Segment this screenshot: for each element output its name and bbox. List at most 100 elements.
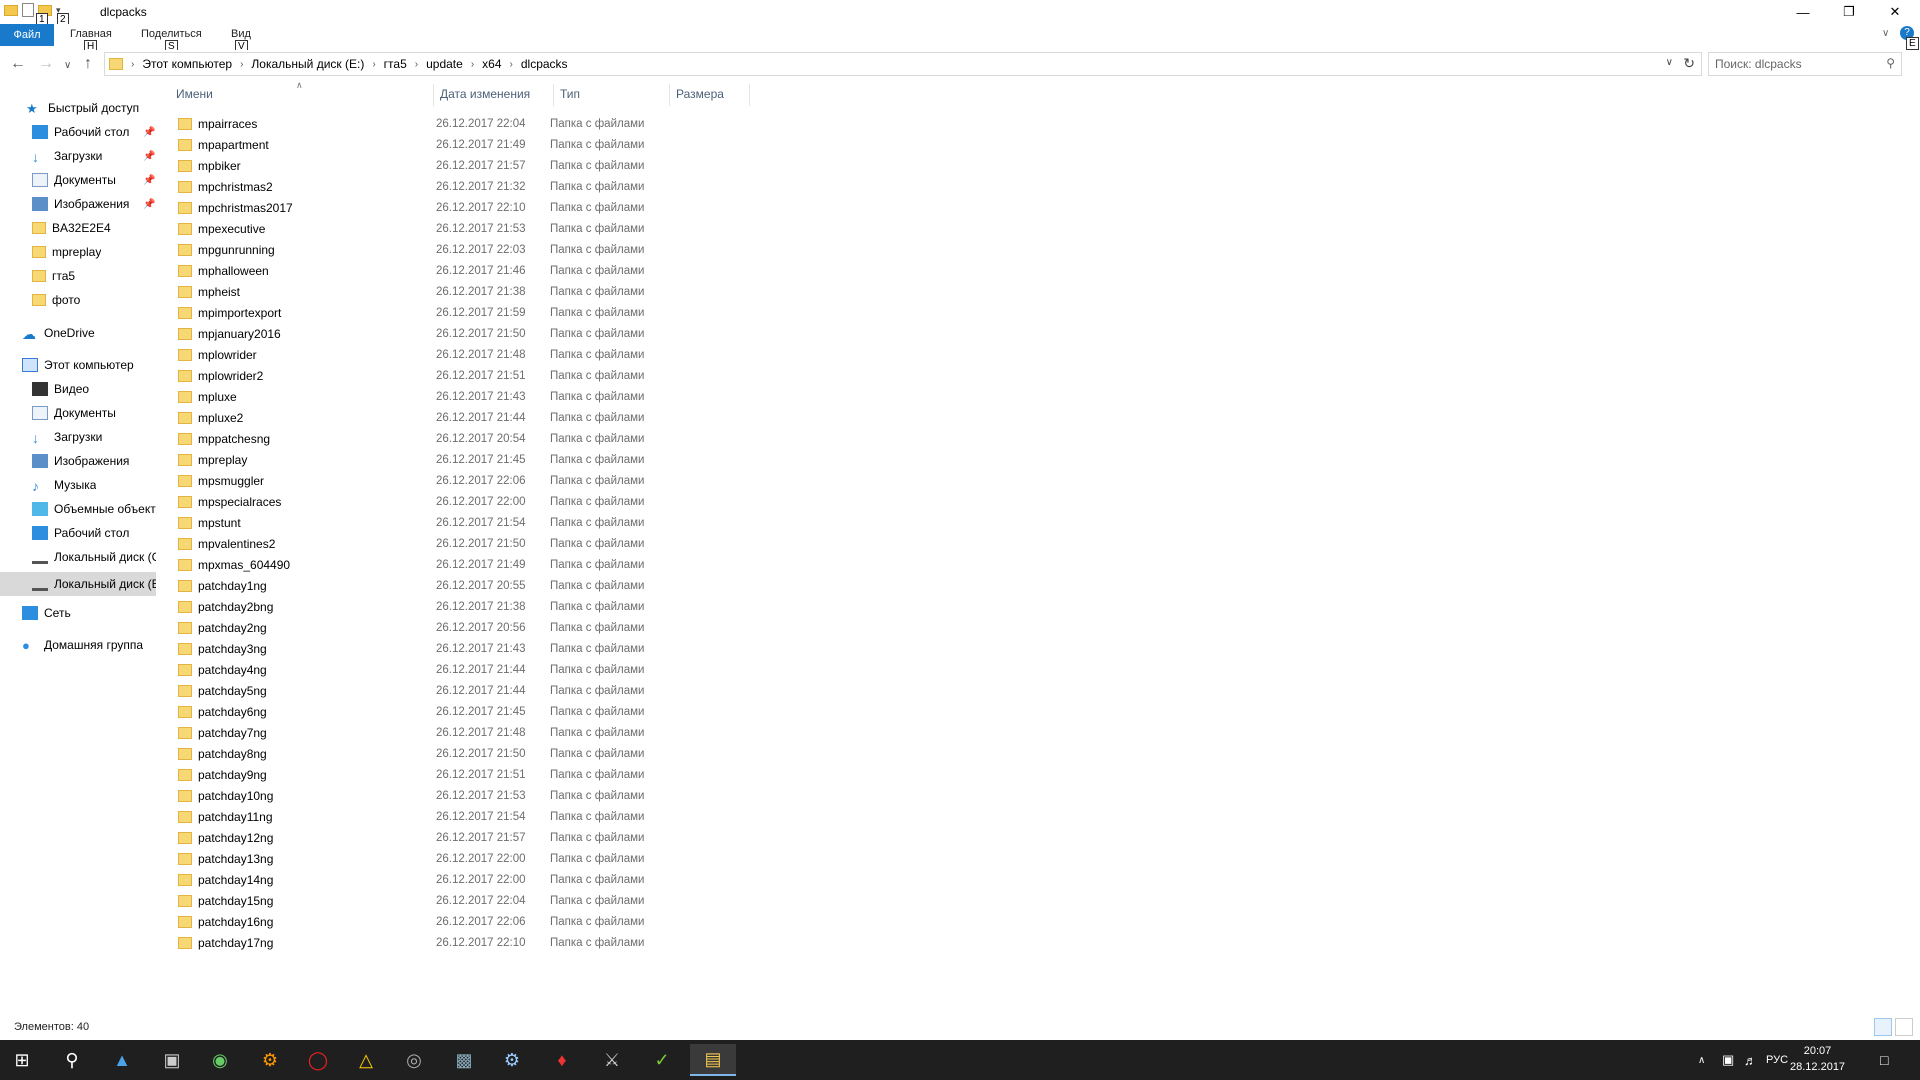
details-view-icon[interactable] — [1874, 1018, 1892, 1036]
address-dropdown-icon[interactable]: ∨ — [1666, 57, 1673, 68]
table-row[interactable]: mpreplay 26.12.2017 21:45 Папка с файлами — [170, 449, 700, 470]
file-name-cell[interactable]: mpstunt — [170, 516, 428, 530]
file-name-cell[interactable]: patchday10ng — [170, 789, 428, 803]
breadcrumb-x64[interactable]: x64 — [482, 57, 501, 71]
up-arrow-icon[interactable]: ↑ — [84, 55, 92, 73]
table-row[interactable]: mpairraces 26.12.2017 22:04 Папка с файлам… — [170, 113, 700, 134]
close-button[interactable]: ✕ — [1872, 0, 1918, 24]
back-arrow-icon[interactable]: ← — [10, 55, 26, 73]
properties-icon[interactable] — [22, 3, 34, 17]
sidebar-item-pictures[interactable]: Изображения — [32, 197, 129, 211]
table-row[interactable]: patchday4ng 26.12.2017 21:44 Папка с файла… — [170, 659, 700, 680]
pin-icon[interactable]: 📌 — [143, 175, 155, 186]
sidebar-quick-access[interactable]: ★ Быстрый доступ — [26, 101, 139, 115]
opera-icon[interactable]: ◯ — [298, 1044, 338, 1076]
file-name-cell[interactable]: patchday8ng — [170, 747, 428, 761]
sidebar-item-downloads[interactable]: ↓ Загрузки — [32, 149, 102, 163]
app-taskbar-icon-3[interactable]: ◉ — [200, 1044, 240, 1076]
table-row[interactable]: mpapartment 26.12.2017 21:49 Папка с файла… — [170, 134, 700, 155]
sidebar-item-photo[interactable]: фото — [32, 293, 80, 307]
start-windows-icon[interactable]: ⊞ — [2, 1044, 42, 1076]
file-name-cell[interactable]: patchday2bng — [170, 600, 428, 614]
large-icons-view-icon[interactable] — [1895, 1018, 1913, 1036]
file-name-cell[interactable]: patchday3ng — [170, 642, 428, 656]
sidebar-item-pc-pictures[interactable]: Изображения — [32, 454, 129, 468]
table-row[interactable]: mpsmuggler 26.12.2017 22:06 Папка с файлам… — [170, 470, 700, 491]
table-row[interactable]: mpimportexport 26.12.2017 21:59 Папка с фа… — [170, 302, 700, 323]
table-row[interactable]: patchday8ng 26.12.2017 21:50 Папка с файла… — [170, 743, 700, 764]
file-name-cell[interactable]: mpjanuary2016 — [170, 327, 428, 341]
column-header-date[interactable]: Дата изменения — [434, 84, 554, 106]
table-row[interactable]: mpgunrunning 26.12.2017 22:03 Папка с файл… — [170, 239, 700, 260]
file-name-cell[interactable]: patchday17ng — [170, 936, 428, 950]
table-row[interactable]: patchday5ng 26.12.2017 21:44 Папка с файла… — [170, 680, 700, 701]
app-taskbar-icon-6[interactable]: △ — [346, 1044, 386, 1076]
file-name-cell[interactable]: mpexecutive — [170, 222, 428, 236]
table-row[interactable]: patchday12ng 26.12.2017 21:57 Папка с файл… — [170, 827, 700, 848]
maximize-button[interactable]: ❐ — [1826, 0, 1872, 24]
volume-icon[interactable]: ♬ — [1744, 1040, 1757, 1080]
file-name-cell[interactable]: mpluxe2 — [170, 411, 428, 425]
file-name-cell[interactable]: mpchristmas2017 — [170, 201, 428, 215]
table-row[interactable]: patchday2ng 26.12.2017 20:56 Папка с файла… — [170, 617, 700, 638]
sidebar-item-documents[interactable]: Документы — [32, 173, 116, 187]
sidebar-item-ba32e2e4[interactable]: BA32E2E4 — [32, 221, 111, 235]
table-row[interactable]: mpluxe 26.12.2017 21:43 Папка с файлами — [170, 386, 700, 407]
column-header-size[interactable]: Размера — [670, 84, 750, 106]
minimize-button[interactable]: — — [1780, 0, 1826, 24]
app-taskbar-icon-4[interactable]: ⚙ — [250, 1044, 290, 1076]
sidebar-item-desktop[interactable]: Рабочий стол — [32, 125, 129, 139]
table-row[interactable]: mppatchesng 26.12.2017 20:54 Папка с файла… — [170, 428, 700, 449]
refresh-icon[interactable]: ↻ — [1683, 55, 1695, 72]
table-row[interactable]: mpbiker 26.12.2017 21:57 Папка с файлами — [170, 155, 700, 176]
input-language[interactable]: РУС — [1766, 1040, 1788, 1080]
sidebar-item-pc-downloads[interactable]: ↓ Загрузки — [32, 430, 102, 444]
tab-file[interactable]: Файл — [0, 24, 54, 46]
breadcrumb-drive-e[interactable]: Локальный диск (E:) — [251, 57, 364, 71]
breadcrumb-dlcpacks[interactable]: dlcpacks — [521, 57, 568, 71]
table-row[interactable]: patchday10ng 26.12.2017 21:53 Папка с файл… — [170, 785, 700, 806]
sidebar-item-music[interactable]: ♪ Музыка — [32, 478, 96, 492]
file-name-cell[interactable]: patchday9ng — [170, 768, 428, 782]
tab-home[interactable]: Главная — [70, 28, 112, 40]
sidebar-item-gta5[interactable]: гта5 — [32, 269, 75, 283]
file-name-cell[interactable]: mplowrider — [170, 348, 428, 362]
sidebar-item-mpreplay[interactable]: mpreplay — [32, 245, 101, 259]
table-row[interactable]: mpchristmas2017 26.12.2017 22:10 Папка с ф… — [170, 197, 700, 218]
app-taskbar-icon-11[interactable]: ⚔ — [592, 1044, 632, 1076]
file-name-cell[interactable]: patchday12ng — [170, 831, 428, 845]
sidebar-item-drive-e[interactable]: Локальный диск (E — [0, 572, 156, 596]
forward-arrow-icon[interactable]: → — [38, 55, 54, 73]
network-tray-icon[interactable]: ▣ — [1722, 1040, 1734, 1080]
file-name-cell[interactable]: mpsmuggler — [170, 474, 428, 488]
tab-share[interactable]: Поделиться — [141, 28, 202, 40]
table-row[interactable]: patchday11ng 26.12.2017 21:54 Папка с файл… — [170, 806, 700, 827]
table-row[interactable]: patchday7ng 26.12.2017 21:48 Папка с файла… — [170, 722, 700, 743]
sidebar-homegroup[interactable]: ● Домашняя группа — [22, 638, 143, 652]
table-row[interactable]: mpjanuary2016 26.12.2017 21:50 Папка с фай… — [170, 323, 700, 344]
sidebar-item-video[interactable]: Видео — [32, 382, 89, 396]
breadcrumb-update[interactable]: update — [426, 57, 463, 71]
file-name-cell[interactable]: patchday1ng — [170, 579, 428, 593]
file-name-cell[interactable]: patchday7ng — [170, 726, 428, 740]
table-row[interactable]: patchday2bng 26.12.2017 21:38 Папка с файл… — [170, 596, 700, 617]
search-icon[interactable]: ⚲ — [52, 1044, 92, 1076]
file-name-cell[interactable]: mpapartment — [170, 138, 428, 152]
table-row[interactable]: mpxmas_604490 26.12.2017 21:49 Папка с фай… — [170, 554, 700, 575]
file-name-cell[interactable]: patchday11ng — [170, 810, 428, 824]
table-row[interactable]: patchday6ng 26.12.2017 21:45 Папка с файла… — [170, 701, 700, 722]
column-header-type[interactable]: Тип — [554, 84, 670, 106]
file-name-cell[interactable]: mppatchesng — [170, 432, 428, 446]
table-row[interactable]: patchday13ng 26.12.2017 22:00 Папка с файл… — [170, 848, 700, 869]
file-name-cell[interactable]: mpgunrunning — [170, 243, 428, 257]
discord-icon[interactable]: ▩ — [444, 1044, 484, 1076]
notification-icon[interactable]: □ — [1880, 1040, 1888, 1080]
sidebar-this-pc[interactable]: Этот компьютер — [22, 358, 134, 372]
app-taskbar-icon-10[interactable]: ♦ — [542, 1044, 582, 1076]
table-row[interactable]: mpspecialraces 26.12.2017 22:00 Папка с фа… — [170, 491, 700, 512]
table-row[interactable]: mplowrider2 26.12.2017 21:51 Папка с файла… — [170, 365, 700, 386]
address-bar[interactable]: › Этот компьютер › Локальный диск (E:) ›… — [104, 52, 1702, 76]
breadcrumb-this-pc[interactable]: Этот компьютер — [142, 57, 232, 71]
file-explorer-taskbar-icon[interactable]: ▤ — [690, 1044, 736, 1076]
app-taskbar-icon-12[interactable]: ✓ — [642, 1044, 682, 1076]
